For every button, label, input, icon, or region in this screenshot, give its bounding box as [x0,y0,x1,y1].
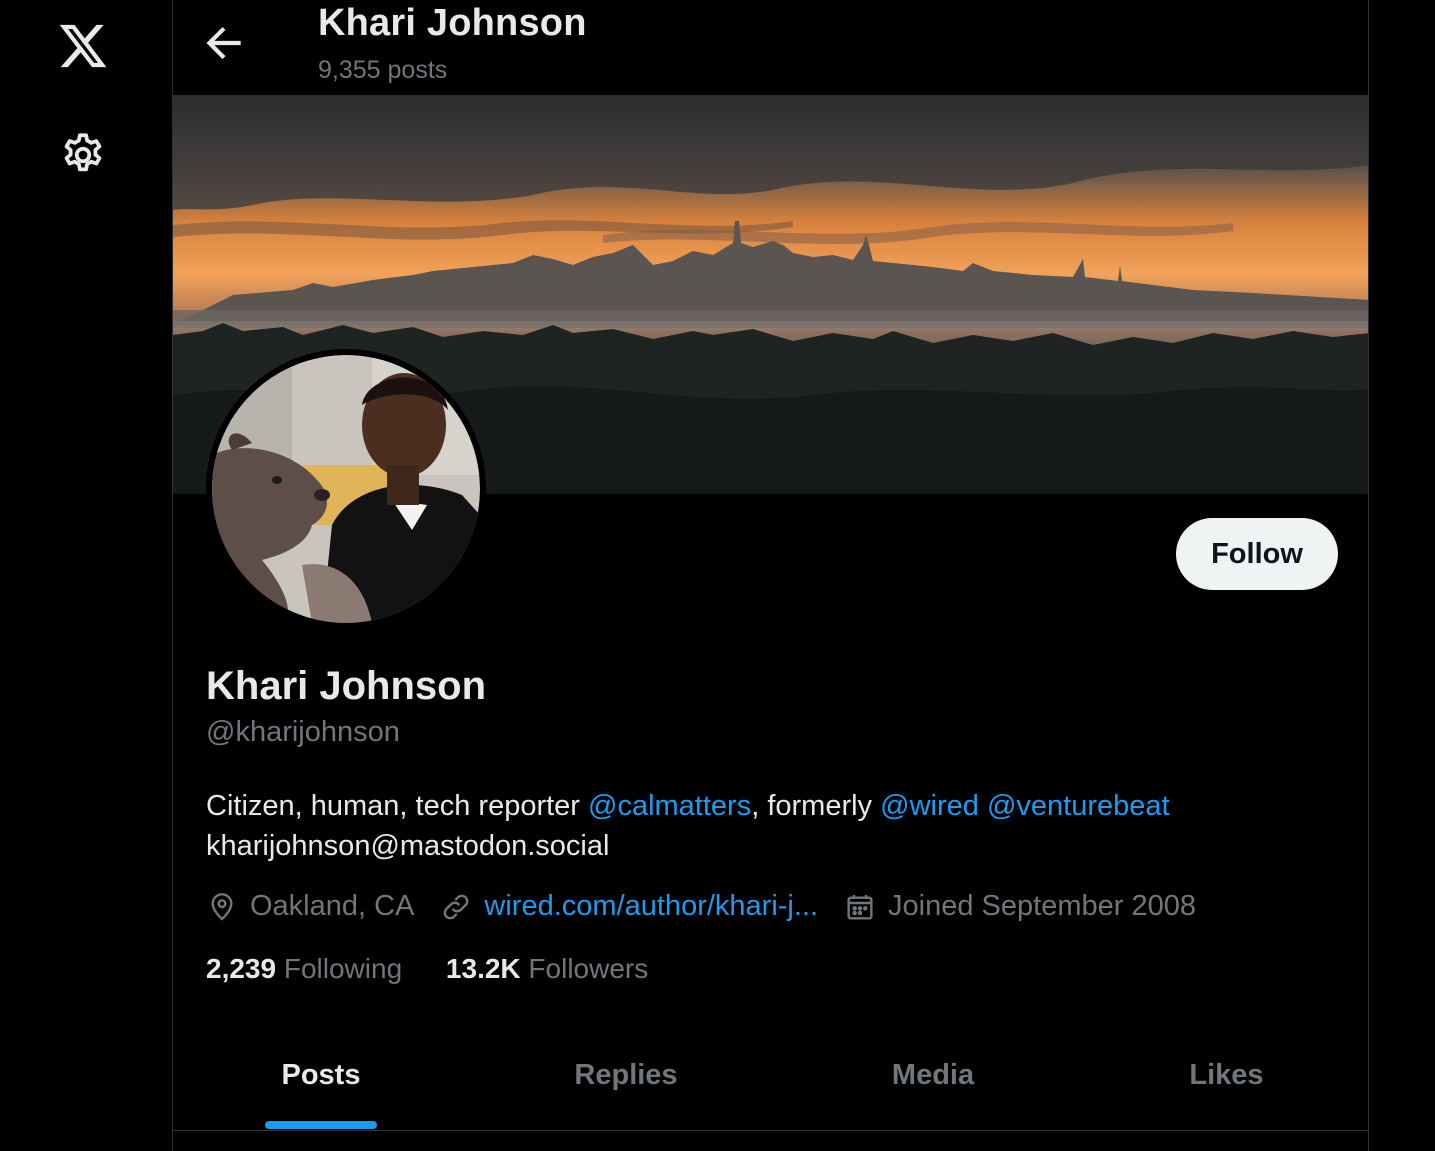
location-pin-icon [211,892,233,921]
profile-display-name: Khari Johnson [206,664,487,708]
tab-posts[interactable]: Posts [173,1036,469,1131]
gear-icon[interactable] [58,130,108,180]
bio-text [979,790,987,822]
tab-label: Likes [1189,1059,1264,1091]
header-name: Khari Johnson [318,2,587,44]
website-link[interactable]: wired.com/author/khari-j... [484,890,818,923]
following-count: 2,239 [206,953,277,984]
bio-text: Citizen, human, tech reporter [206,790,589,822]
followers-label: Followers [528,953,649,984]
calendar-icon [847,894,873,920]
bio-line-1: Citizen, human, tech reporter @calmatter… [206,786,1326,826]
tab-replies[interactable]: Replies [469,1036,783,1131]
joined-text: Joined September 2008 [888,890,1196,922]
left-sidebar [0,0,172,1151]
profile-location: Oakland, CA [206,890,414,923]
follow-button[interactable]: Follow [1176,518,1338,590]
bio-mention-venturebeat[interactable]: @venturebeat [987,790,1170,822]
profile-header-bar: Khari Johnson 9,355 posts [173,0,1368,95]
following-stat[interactable]: 2,239 Following [206,953,402,985]
main-column: Khari Johnson 9,355 posts Follow Khari J… [172,0,1369,1151]
x-logo-icon[interactable] [55,20,111,72]
bio-text: , formerly [751,790,881,822]
tab-label: Replies [574,1059,678,1091]
avatar-image [212,355,480,623]
bio-mention-calmatters[interactable]: @calmatters [588,790,751,822]
bio-line-2: kharijohnson@mastodon.social [206,830,610,862]
profile-handle: @kharijohnson [206,716,400,748]
profile-joined: Joined September 2008 [844,890,1196,923]
profile-stats: 2,239 Following 13.2K Followers [206,953,684,985]
profile-page: Khari Johnson 9,355 posts Follow Khari J… [0,0,1435,1151]
active-tab-indicator [265,1121,377,1129]
avatar[interactable] [206,349,486,629]
profile-website: wired.com/author/khari-j... [440,890,818,923]
back-arrow-icon[interactable] [199,18,249,68]
tab-media[interactable]: Media [783,1036,1083,1131]
profile-meta: Oakland, CA wired.com/author/khari-j... [206,890,1222,923]
link-icon [444,894,469,919]
location-text: Oakland, CA [250,890,415,922]
followers-count: 13.2K [445,953,521,984]
following-label: Following [283,953,403,984]
tab-likes[interactable]: Likes [1083,1036,1368,1131]
profile-tabs: Posts Replies Media Likes [173,1036,1368,1131]
bio-mention-wired[interactable]: @wired [880,790,979,822]
profile-bio: Citizen, human, tech reporter @calmatter… [206,786,1326,866]
header-post-count: 9,355 posts [318,56,448,84]
tab-label: Media [891,1059,975,1091]
tab-label: Posts [281,1059,361,1091]
followers-stat[interactable]: 13.2K Followers [446,953,648,985]
